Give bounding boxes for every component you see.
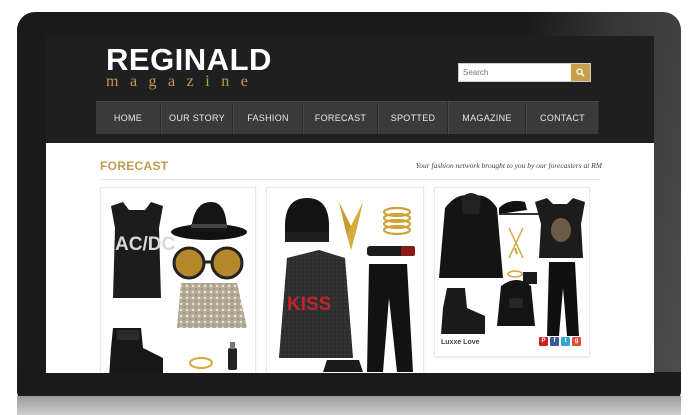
facebook-icon[interactable]: f	[550, 337, 559, 346]
outfit-card-3[interactable]: Luxxe Love P f t g	[434, 187, 590, 357]
nav-item-our-story[interactable]: OUR STORY	[161, 102, 233, 134]
website-screen: REGINALD magazine HOME OUR STORY FASHION…	[46, 36, 654, 373]
tshirt-print: AC/DC	[115, 234, 175, 255]
section-title: FORECAST	[100, 159, 169, 173]
main-content: FORECAST Your fashion network brought to…	[46, 143, 654, 373]
pinterest-icon[interactable]: P	[539, 337, 548, 346]
search-button[interactable]	[571, 64, 590, 81]
outfit-collage-3	[439, 193, 585, 336]
site-header: REGINALD magazine HOME OUR STORY FASHION…	[46, 36, 654, 143]
divider	[100, 179, 600, 180]
nav-item-home[interactable]: HOME	[96, 102, 161, 134]
logo-subtitle: magazine	[106, 73, 260, 90]
search-icon	[576, 68, 585, 77]
laptop-base	[17, 396, 681, 415]
share-icons: P f t g	[539, 337, 581, 346]
sweater-print: KISS	[287, 294, 331, 315]
google-plus-icon[interactable]: g	[572, 337, 581, 346]
nav-item-contact[interactable]: CONTACT	[526, 102, 599, 134]
outfit-collage-2: KISS	[279, 198, 415, 372]
outfit-collage-1: AC/DC	[109, 202, 247, 373]
outfit-card-2[interactable]: KISS	[266, 187, 424, 373]
search-box	[458, 63, 591, 82]
nav-item-magazine[interactable]: MAGAZINE	[448, 102, 526, 134]
nav-item-forecast[interactable]: FORECAST	[303, 102, 378, 134]
nav-item-fashion[interactable]: FASHION	[233, 102, 303, 134]
tagline: Your fashion network brought to you by o…	[415, 161, 602, 170]
nav-item-spotted[interactable]: SPOTTED	[378, 102, 448, 134]
outfit-card-1[interactable]: AC/DC	[100, 187, 256, 373]
page: REGINALD magazine HOME OUR STORY FASHION…	[0, 0, 700, 415]
twitter-icon[interactable]: t	[561, 337, 570, 346]
card-caption[interactable]: Luxxe Love	[441, 339, 480, 346]
search-input[interactable]	[459, 64, 572, 81]
main-navigation: HOME OUR STORY FASHION FORECAST SPOTTED …	[96, 101, 599, 134]
